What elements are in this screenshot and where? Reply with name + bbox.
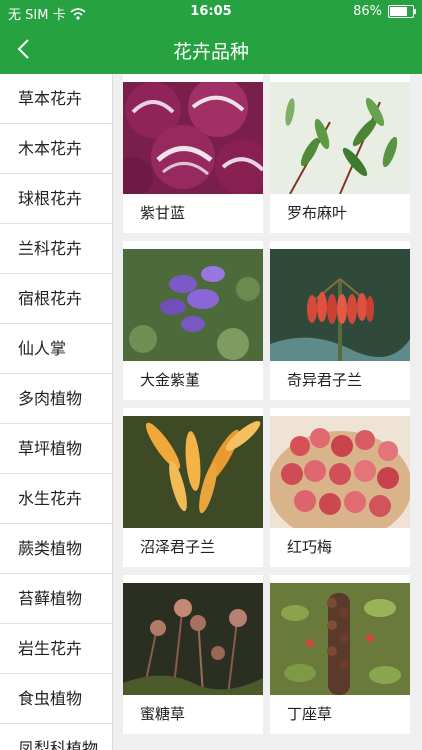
plant-name: 红巧梅 bbox=[287, 538, 333, 556]
sidebar-item[interactable]: 水生花卉 bbox=[0, 474, 112, 524]
battery-percent: 86% bbox=[353, 4, 382, 19]
plant-photo bbox=[270, 82, 410, 194]
plant-card[interactable]: 紫甘蓝 bbox=[123, 74, 263, 233]
sidebar-item[interactable]: 凤梨科植物 bbox=[0, 724, 112, 750]
plant-photo bbox=[270, 416, 410, 528]
plant-card[interactable]: 蜜糖草 bbox=[123, 575, 263, 734]
plant-card[interactable]: 奇异君子兰 bbox=[270, 241, 410, 400]
sidebar-item[interactable]: 苔藓植物 bbox=[0, 574, 112, 624]
sidebar-item[interactable]: 草坪植物 bbox=[0, 424, 112, 474]
sidebar-item[interactable]: 木本花卉 bbox=[0, 124, 112, 174]
sidebar-item[interactable]: 球根花卉 bbox=[0, 174, 112, 224]
plant-photo bbox=[123, 249, 263, 361]
plant-name: 罗布麻叶 bbox=[287, 204, 348, 222]
plant-card[interactable]: 罗布麻叶 bbox=[270, 74, 410, 233]
plant-name: 丁座草 bbox=[287, 705, 333, 723]
sidebar-item[interactable]: 岩生花卉 bbox=[0, 624, 112, 674]
plant-name: 大金紫堇 bbox=[140, 371, 201, 389]
plant-name: 蜜糖草 bbox=[140, 705, 186, 723]
plant-name: 紫甘蓝 bbox=[140, 204, 186, 222]
plant-name: 沼泽君子兰 bbox=[140, 538, 216, 556]
page-title: 花卉品种 bbox=[172, 41, 249, 63]
plant-card[interactable]: 丁座草 bbox=[270, 575, 410, 734]
plant-photo bbox=[270, 249, 410, 361]
status-bar: 无 SIM 卡 16:05 86% bbox=[0, 0, 422, 24]
plant-photo bbox=[123, 583, 263, 695]
plant-card[interactable]: 大金紫堇 bbox=[123, 241, 263, 400]
sidebar-item[interactable]: 宿根花卉 bbox=[0, 274, 112, 324]
navigation-bar: 花卉品种 bbox=[0, 24, 422, 74]
sidebar-item[interactable]: 仙人掌 bbox=[0, 324, 112, 374]
sidebar-item[interactable]: 多肉植物 bbox=[0, 374, 112, 424]
plant-photo bbox=[270, 583, 410, 695]
battery-icon bbox=[388, 5, 416, 18]
plant-name: 奇异君子兰 bbox=[287, 371, 363, 389]
plant-card[interactable]: 红巧梅 bbox=[270, 408, 410, 567]
sidebar-item[interactable]: 食虫植物 bbox=[0, 674, 112, 724]
plant-card[interactable]: 沼泽君子兰 bbox=[123, 408, 263, 567]
plant-photo bbox=[123, 416, 263, 528]
sidebar-item[interactable]: 草本花卉 bbox=[0, 74, 112, 124]
sidebar-item[interactable]: 蕨类植物 bbox=[0, 524, 112, 574]
plant-photo bbox=[123, 82, 263, 194]
category-sidebar[interactable]: 草本花卉 木本花卉 球根花卉 兰科花卉 宿根花卉 仙人掌 多肉植物 草坪植物 水… bbox=[0, 74, 113, 750]
plant-grid: 紫甘蓝 罗布麻叶 大金紫堇 奇异君子兰 沼泽君子兰 红巧梅 蜜糖草 丁座草 bbox=[113, 74, 422, 750]
sidebar-item[interactable]: 兰科花卉 bbox=[0, 224, 112, 274]
